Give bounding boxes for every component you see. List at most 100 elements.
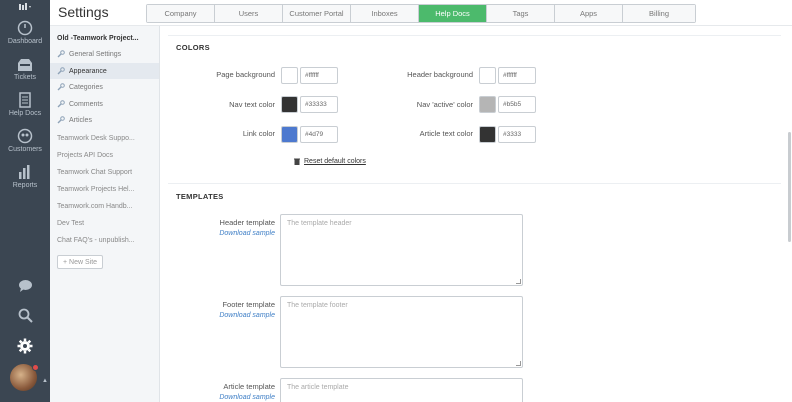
article-text-color-label: Article text color bbox=[419, 129, 473, 138]
sidebar-site[interactable]: Teamwork Chat Support bbox=[50, 164, 159, 180]
sidebar-site[interactable]: Teamwork Projects Hel... bbox=[50, 181, 159, 197]
page-title: Settings bbox=[58, 4, 109, 20]
link-color-input[interactable]: #4d79 bbox=[300, 126, 338, 143]
trash-icon bbox=[294, 158, 300, 165]
sidebar-site[interactable]: Dev Test bbox=[50, 215, 159, 231]
header: Settings Company Users Customer Portal I… bbox=[50, 0, 792, 26]
link-color-swatch[interactable] bbox=[281, 126, 298, 143]
appearance-panel: COLORS Page background #ffffff Header ba… bbox=[160, 26, 792, 402]
tab-customer-portal[interactable]: Customer Portal bbox=[283, 5, 351, 22]
nav-active-color-label: Nav 'active' color bbox=[416, 100, 473, 109]
nav-reports[interactable]: Reports bbox=[0, 164, 50, 189]
sidebar-item-label: General Settings bbox=[69, 50, 122, 58]
nav-active-color-swatch[interactable] bbox=[479, 96, 496, 113]
sidebar-site[interactable]: Projects API Docs bbox=[50, 147, 159, 163]
wrench-icon bbox=[57, 83, 65, 91]
resize-handle-icon[interactable] bbox=[516, 361, 521, 366]
nav-help-docs-label: Help Docs bbox=[8, 110, 42, 117]
header-template-textarea[interactable]: The template header bbox=[280, 214, 523, 286]
top-menu-icon[interactable] bbox=[0, 0, 50, 14]
nav-help-docs[interactable]: Help Docs bbox=[0, 92, 50, 117]
wrench-icon bbox=[57, 67, 65, 75]
sidebar-site[interactable]: Teamwork Desk Suppo... bbox=[50, 130, 159, 146]
colors-section-title: COLORS bbox=[176, 43, 210, 52]
tab-inboxes[interactable]: Inboxes bbox=[351, 5, 419, 22]
chat-button[interactable] bbox=[0, 279, 50, 293]
article-template-label: Article template bbox=[223, 382, 275, 391]
left-nav: Dashboard Tickets Help Docs Customers Re… bbox=[0, 0, 50, 402]
tab-company[interactable]: Company bbox=[147, 5, 215, 22]
search-button[interactable] bbox=[0, 308, 50, 323]
header-background-input[interactable]: #ffffff bbox=[498, 67, 536, 84]
footer-template-label: Footer template bbox=[222, 300, 275, 309]
nav-tickets[interactable]: Tickets bbox=[0, 58, 50, 81]
sidebar-item-label: Categories bbox=[69, 83, 103, 91]
sidebar-site-current[interactable]: Old -Teamwork Project... bbox=[50, 30, 159, 46]
sidebar-item-label: Articles bbox=[69, 116, 92, 124]
settings-tabs: Company Users Customer Portal Inboxes He… bbox=[146, 4, 696, 23]
header-background-label: Header background bbox=[407, 70, 473, 79]
sidebar-site[interactable]: Chat FAQ's - unpublish... bbox=[50, 232, 159, 248]
tickets-icon bbox=[18, 59, 32, 71]
templates-section-title: TEMPLATES bbox=[176, 192, 224, 201]
customers-icon bbox=[17, 128, 33, 144]
avatar-caret-icon[interactable]: ▲ bbox=[42, 378, 48, 384]
header-template-placeholder: The template header bbox=[287, 220, 352, 227]
divider bbox=[168, 183, 781, 184]
help-docs-icon bbox=[19, 92, 31, 108]
nav-customers-label: Customers bbox=[8, 146, 42, 153]
new-site-button[interactable]: + New Site bbox=[57, 255, 104, 269]
search-icon bbox=[18, 308, 33, 323]
nav-dashboard-label: Dashboard bbox=[7, 38, 43, 45]
nav-text-color-swatch[interactable] bbox=[281, 96, 298, 113]
sites-sidebar: Old -Teamwork Project... General Setting… bbox=[50, 26, 160, 402]
header-background-swatch[interactable] bbox=[479, 67, 496, 84]
footer-template-placeholder: The template footer bbox=[287, 302, 348, 309]
tab-tags[interactable]: Tags bbox=[487, 5, 555, 22]
main-scrollbar[interactable] bbox=[788, 132, 791, 242]
sidebar-item-label: Comments bbox=[69, 100, 103, 108]
sidebar-item-appearance[interactable]: Appearance bbox=[50, 63, 159, 79]
notification-dot bbox=[32, 364, 39, 371]
header-template-label: Header template bbox=[219, 218, 275, 227]
article-text-color-swatch[interactable] bbox=[479, 126, 496, 143]
chat-icon bbox=[18, 280, 32, 292]
divider bbox=[168, 35, 781, 36]
sidebar-site[interactable]: Teamwork.com Handb... bbox=[50, 198, 159, 214]
footer-template-textarea[interactable]: The template footer bbox=[280, 296, 523, 368]
page-background-swatch[interactable] bbox=[281, 67, 298, 84]
header-template-download-link[interactable]: Download sample bbox=[190, 230, 275, 237]
footer-template-download-link[interactable]: Download sample bbox=[190, 312, 275, 319]
tab-apps[interactable]: Apps bbox=[555, 5, 623, 22]
sidebar-item-categories[interactable]: Categories bbox=[50, 79, 159, 95]
article-template-textarea[interactable]: The article template bbox=[280, 378, 523, 402]
nav-dashboard[interactable]: Dashboard bbox=[0, 20, 50, 45]
tab-users[interactable]: Users bbox=[215, 5, 283, 22]
article-text-color-input[interactable]: #3333 bbox=[498, 126, 536, 143]
settings-gear-icon bbox=[17, 338, 33, 354]
nav-customers[interactable]: Customers bbox=[0, 128, 50, 153]
tab-billing[interactable]: Billing bbox=[623, 5, 695, 22]
sidebar-item-comments[interactable]: Comments bbox=[50, 96, 159, 112]
sidebar-item-label: Appearance bbox=[69, 67, 107, 75]
wrench-icon bbox=[57, 116, 65, 124]
tab-help-docs[interactable]: Help Docs bbox=[419, 5, 487, 22]
nav-active-color-input[interactable]: #b5b5 bbox=[498, 96, 536, 113]
nav-reports-label: Reports bbox=[12, 182, 38, 189]
nav-text-color-input[interactable]: #33333 bbox=[300, 96, 338, 113]
reset-default-colors-link[interactable]: Reset default colors bbox=[294, 158, 366, 165]
article-template-placeholder: The article template bbox=[287, 384, 349, 391]
nav-tickets-label: Tickets bbox=[14, 74, 36, 81]
sidebar-item-general-settings[interactable]: General Settings bbox=[50, 46, 159, 62]
sidebar-item-articles[interactable]: Articles bbox=[50, 112, 159, 128]
help-desk-app: Dashboard Tickets Help Docs Customers Re… bbox=[0, 0, 792, 402]
settings-button[interactable] bbox=[0, 338, 50, 354]
page-background-label: Page background bbox=[216, 70, 275, 79]
reset-default-colors-label: Reset default colors bbox=[304, 158, 366, 165]
reports-icon bbox=[19, 165, 30, 179]
page-background-input[interactable]: #ffffff bbox=[300, 67, 338, 84]
wrench-icon bbox=[57, 100, 65, 108]
resize-handle-icon[interactable] bbox=[516, 279, 521, 284]
article-template-download-link[interactable]: Download sample bbox=[190, 394, 275, 401]
wrench-icon bbox=[57, 50, 65, 58]
